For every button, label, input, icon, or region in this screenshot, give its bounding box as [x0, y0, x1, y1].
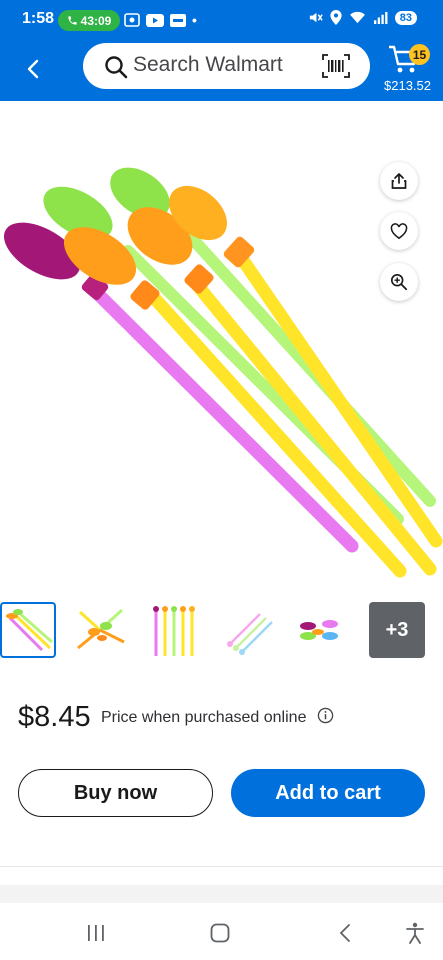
- screenshot-icon: [124, 13, 140, 27]
- youtube-icon: [146, 13, 164, 27]
- buy-now-button[interactable]: Buy now: [18, 769, 213, 817]
- favorite-button[interactable]: [380, 212, 418, 250]
- thumbnail-1[interactable]: [0, 602, 56, 658]
- thumbnail-2[interactable]: [72, 602, 128, 658]
- product-price: $8.45: [18, 701, 91, 733]
- zoom-button[interactable]: [380, 263, 418, 301]
- call-timer: 43:09: [80, 13, 112, 28]
- divider: [0, 866, 443, 867]
- zoom-icon: [390, 273, 408, 291]
- call-indicator[interactable]: 43:09: [58, 10, 120, 31]
- thumbnail-image: [77, 608, 125, 650]
- home-icon: [210, 923, 230, 943]
- more-images-button[interactable]: +3: [369, 602, 425, 658]
- thumbnail-3[interactable]: [148, 602, 204, 658]
- thumbnail-image: [227, 613, 273, 655]
- recent-apps-icon: [88, 925, 104, 941]
- status-bar: 1:58 43:09 • 83: [0, 0, 443, 36]
- product-image[interactable]: [0, 101, 443, 591]
- search-icon: [105, 56, 128, 79]
- heart-icon: [390, 222, 408, 239]
- thumbnail-strip: +3: [0, 600, 443, 660]
- price-note: Price when purchased online: [101, 709, 307, 726]
- thumbnail-5[interactable]: [294, 602, 350, 658]
- search-bar[interactable]: [83, 43, 370, 89]
- product-photo: [4, 167, 443, 578]
- thumbnail-4[interactable]: [220, 602, 276, 658]
- system-nav-bar: [0, 905, 443, 960]
- walmart-app-icon: [170, 13, 186, 27]
- thumbnail-image: [300, 620, 338, 640]
- back-icon: [27, 59, 39, 79]
- section-separator: [0, 885, 443, 903]
- more-images-label: +3: [385, 618, 409, 641]
- status-time: 1:58: [22, 10, 55, 27]
- recent-apps-button[interactable]: [81, 920, 111, 946]
- phone-icon: [68, 16, 77, 25]
- share-icon: [391, 173, 407, 189]
- mute-icon: [309, 12, 323, 23]
- system-icons: 83: [308, 10, 417, 25]
- nav-back-icon: [339, 924, 350, 942]
- nav-back-button[interactable]: [330, 920, 360, 946]
- home-button[interactable]: [205, 920, 235, 946]
- battery-indicator: 83: [394, 10, 417, 25]
- share-button[interactable]: [380, 162, 418, 200]
- back-button[interactable]: [16, 52, 50, 86]
- signal-icon: [373, 11, 388, 24]
- accessibility-button[interactable]: [400, 920, 430, 946]
- thumbnail-image: [6, 609, 53, 652]
- info-icon[interactable]: [317, 707, 334, 724]
- cart-button[interactable]: 15 $213.52: [384, 40, 436, 98]
- thumbnail-image: [153, 606, 195, 656]
- more-notifications-dot: •: [192, 12, 197, 28]
- add-to-cart-button[interactable]: Add to cart: [231, 769, 425, 817]
- barcode-icon[interactable]: [322, 54, 350, 78]
- search-input[interactable]: [133, 53, 313, 77]
- app-header: 15 $213.52: [0, 36, 443, 101]
- notification-icons: •: [124, 12, 197, 28]
- cart-count-badge: 15: [409, 44, 430, 65]
- cart-total: $213.52: [384, 78, 431, 93]
- wifi-icon: [349, 11, 365, 24]
- location-icon: [330, 10, 342, 25]
- accessibility-icon: [406, 922, 424, 944]
